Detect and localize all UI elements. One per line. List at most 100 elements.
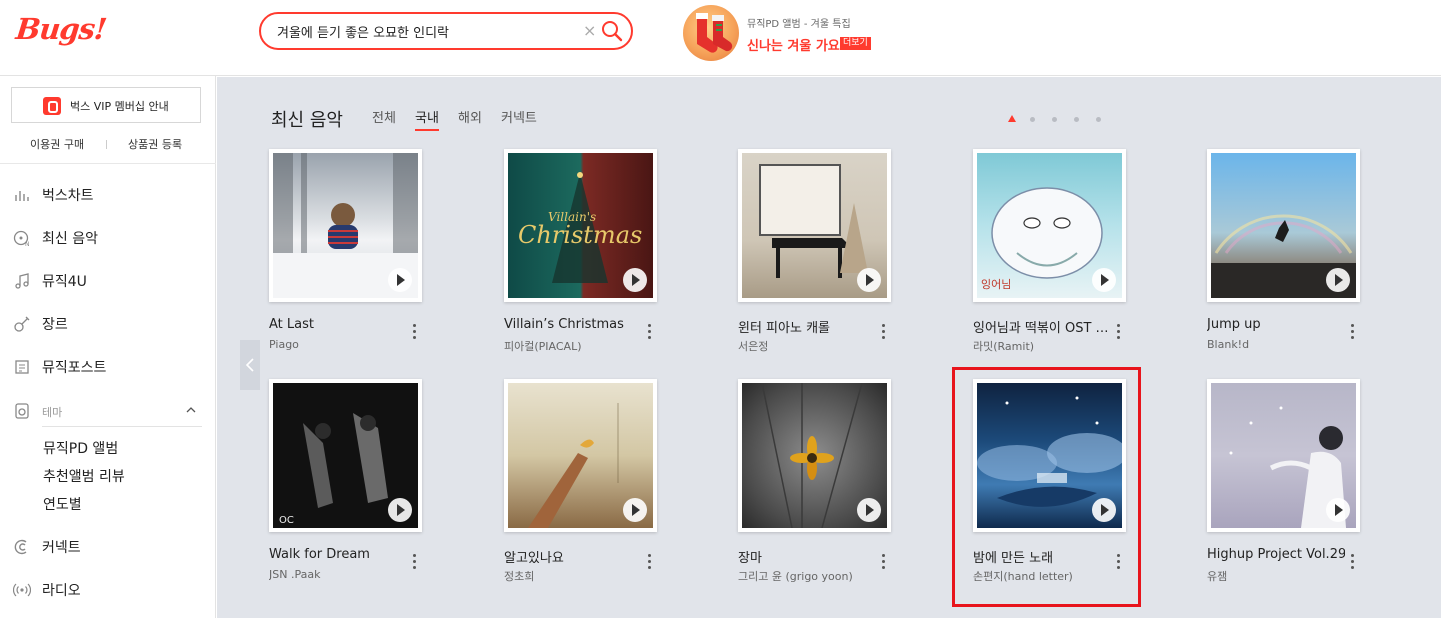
pager-dot[interactable] <box>1096 117 1101 122</box>
album-title[interactable]: 장마 <box>738 547 876 566</box>
sidebar-item-label: 최신 음악 <box>42 231 98 247</box>
sidebar-item-musicpost[interactable]: 뮤직포스트 <box>0 353 216 381</box>
album-artist[interactable]: 피아컬(PIACAL) <box>504 338 642 354</box>
album-title[interactable]: Highup Project Vol.29 <box>1207 547 1345 562</box>
album-artist[interactable]: 라밋(Ramit) <box>973 338 1111 354</box>
album-title[interactable]: 윈터 피아노 캐롤 <box>738 317 876 336</box>
search-box: × <box>259 12 633 50</box>
album-card[interactable]: Highup Project Vol.29 유잼 <box>1207 379 1367 595</box>
album-artist[interactable]: Piago <box>269 338 407 351</box>
pager-dot[interactable] <box>1074 117 1079 122</box>
tab-domestic[interactable]: 국내 <box>415 107 439 131</box>
album-card[interactable]: OC Walk for Dream JSN .Paak <box>269 379 429 595</box>
carousel-prev-button[interactable] <box>240 340 260 390</box>
pager-dot-active[interactable] <box>1008 115 1016 122</box>
album-card[interactable]: Christmas Villain's Villain’s Christmas … <box>504 149 664 365</box>
album-title[interactable]: At Last <box>269 317 407 332</box>
sidebar-item-new-music[interactable]: N 최신 음악 <box>0 224 216 252</box>
stocking-icon <box>696 13 733 53</box>
album-artist[interactable]: 그리고 윤 (grigo yoon) <box>738 568 876 584</box>
sidebar-item-label: 벅스차트 <box>42 188 94 204</box>
play-icon[interactable] <box>1326 268 1350 292</box>
sidebar-item-radio[interactable]: 라디오 <box>0 576 216 604</box>
sidebar-item-label: 장르 <box>42 317 68 333</box>
search-icon[interactable] <box>601 20 623 42</box>
play-icon[interactable] <box>857 268 881 292</box>
play-icon[interactable] <box>1326 498 1350 522</box>
album-artist[interactable]: Blank!d <box>1207 338 1345 351</box>
album-title[interactable]: 알고있나요 <box>504 547 642 566</box>
album-card[interactable]: 잉어님 잉어님과 떡볶이 OST … 라밋(Ramit) <box>973 149 1133 365</box>
album-card[interactable]: 윈터 피아노 캐롤 서은정 <box>738 149 898 365</box>
promo-image[interactable] <box>683 5 739 61</box>
pager-dot[interactable] <box>1030 117 1035 122</box>
new-music-icon: N <box>13 230 30 247</box>
more-options-icon[interactable] <box>878 321 888 341</box>
promo-more-button[interactable]: 더보기 <box>840 37 871 50</box>
sidebar-item-label: 뮤직4U <box>42 274 87 290</box>
tab-overseas[interactable]: 해외 <box>458 107 482 126</box>
sidebar-item-genre[interactable]: 장르 <box>0 310 216 338</box>
theme-item-by-year[interactable]: 연도별 <box>43 494 82 514</box>
play-icon[interactable] <box>1092 268 1116 292</box>
pager-dot[interactable] <box>1052 117 1057 122</box>
album-cover[interactable] <box>738 379 891 532</box>
play-icon[interactable] <box>388 498 412 522</box>
album-cover[interactable] <box>269 149 422 302</box>
more-options-icon[interactable] <box>1113 321 1123 341</box>
vip-membership-button[interactable]: 벅스 VIP 멤버십 안내 <box>11 87 201 123</box>
play-icon[interactable] <box>623 268 647 292</box>
album-cover[interactable] <box>504 379 657 532</box>
sub-links: 이용권 구매 상품권 등록 <box>0 134 216 154</box>
play-icon[interactable] <box>388 268 412 292</box>
clear-icon[interactable]: × <box>583 21 596 40</box>
album-title[interactable]: 잉어님과 떡볶이 OST … <box>973 317 1111 336</box>
promo-title[interactable]: 신나는 겨울 가요 <box>747 35 840 54</box>
play-icon[interactable] <box>623 498 647 522</box>
sidebar-item-theme[interactable]: 테마 <box>0 397 216 425</box>
more-options-icon[interactable] <box>409 321 419 341</box>
more-options-icon[interactable] <box>1347 321 1357 341</box>
album-cover[interactable]: OC <box>269 379 422 532</box>
more-options-icon[interactable] <box>878 551 888 571</box>
album-cover[interactable] <box>1207 149 1360 302</box>
album-artist[interactable]: 서은정 <box>738 338 876 354</box>
album-card[interactable]: 장마 그리고 윤 (grigo yoon) <box>738 379 898 595</box>
album-cover[interactable]: Christmas Villain's <box>504 149 657 302</box>
album-title[interactable]: Walk for Dream <box>269 547 407 562</box>
sidebar-item-chart[interactable]: 벅스차트 <box>0 181 216 209</box>
buy-pass-link[interactable]: 이용권 구매 <box>30 136 84 152</box>
album-cover[interactable]: 잉어님 <box>973 149 1126 302</box>
album-cover[interactable] <box>1207 379 1360 532</box>
album-cover[interactable] <box>738 149 891 302</box>
sidebar-item-music4u[interactable]: 뮤직4U <box>0 267 216 295</box>
album-card[interactable]: At Last Piago <box>269 149 429 365</box>
selection-highlight <box>952 367 1141 607</box>
theme-item-album-review[interactable]: 추천앨범 리뷰 <box>43 466 125 486</box>
register-voucher-link[interactable]: 상품권 등록 <box>128 136 182 152</box>
album-title[interactable]: Jump up <box>1207 317 1345 332</box>
album-card[interactable]: 알고있나요 정초희 <box>504 379 664 595</box>
album-artist[interactable]: 유잼 <box>1207 568 1345 584</box>
header: Bugs! × 뮤직PD 앨범 - 겨울 특집 신나는 겨울 가요 더보기 <box>0 0 1441 76</box>
tab-all[interactable]: 전체 <box>372 107 396 126</box>
sidebar-theme-label: 테마 <box>42 406 63 419</box>
album-artist[interactable]: 정초희 <box>504 568 642 584</box>
sidebar-item-connect[interactable]: 커넥트 <box>0 533 216 561</box>
connect-icon <box>14 539 27 555</box>
album-card[interactable]: Jump up Blank!d <box>1207 149 1367 365</box>
section-title: 최신 음악 <box>271 110 343 131</box>
more-options-icon[interactable] <box>409 551 419 571</box>
album-artist[interactable]: JSN .Paak <box>269 568 407 581</box>
search-input[interactable] <box>277 22 577 40</box>
theme-item-musicpd-album[interactable]: 뮤직PD 앨범 <box>43 438 118 458</box>
more-options-icon[interactable] <box>1347 551 1357 571</box>
album-title[interactable]: Villain’s Christmas <box>504 317 642 332</box>
bugs-logo[interactable]: Bugs! <box>14 12 108 46</box>
chevron-up-icon[interactable] <box>186 405 196 415</box>
divider <box>0 163 216 164</box>
tab-connect[interactable]: 커넥트 <box>501 107 537 126</box>
play-icon[interactable] <box>857 498 881 522</box>
more-options-icon[interactable] <box>644 551 654 571</box>
more-options-icon[interactable] <box>644 321 654 341</box>
